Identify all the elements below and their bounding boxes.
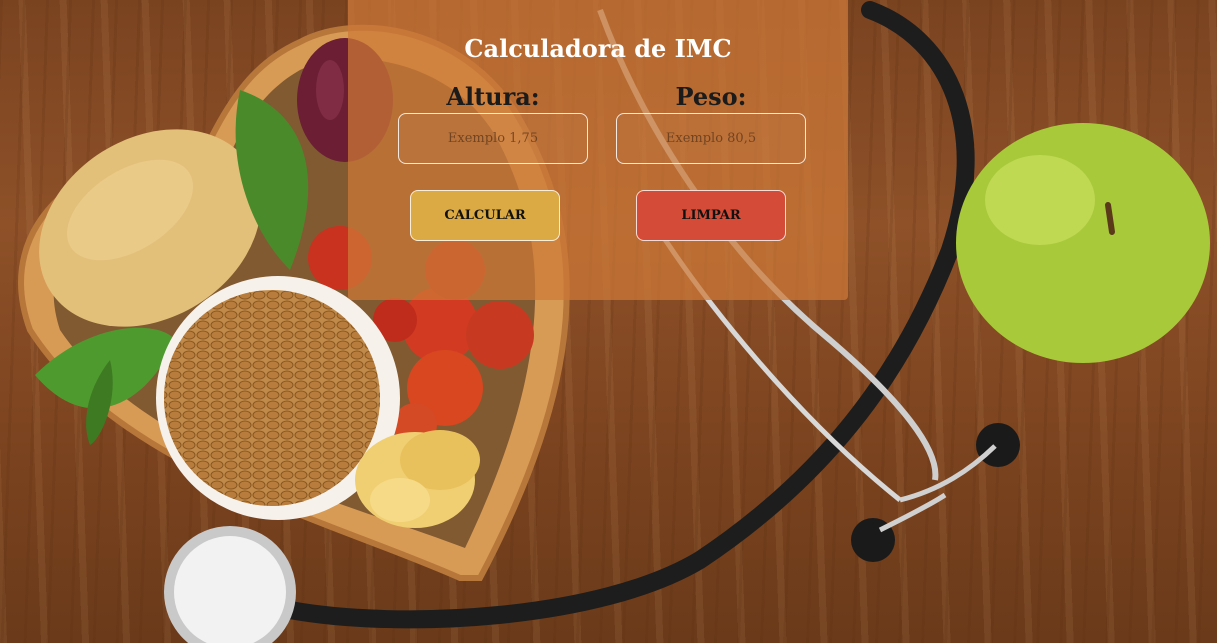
height-label: Altura: — [446, 82, 540, 111]
apple — [956, 123, 1210, 363]
height-input[interactable] — [398, 113, 588, 164]
stethoscope-earpiece — [976, 423, 1020, 467]
calculate-button[interactable]: CALCULAR — [410, 190, 560, 241]
clear-button[interactable]: LIMPAR — [636, 190, 786, 241]
tomato — [466, 301, 534, 369]
page-title: Calculadora de IMC — [464, 34, 732, 63]
weight-label: Peso: — [675, 82, 747, 111]
weight-input[interactable] — [616, 113, 806, 164]
bmi-calculator-card: Calculadora de IMC Altura: Peso: CALCULA… — [348, 0, 848, 300]
